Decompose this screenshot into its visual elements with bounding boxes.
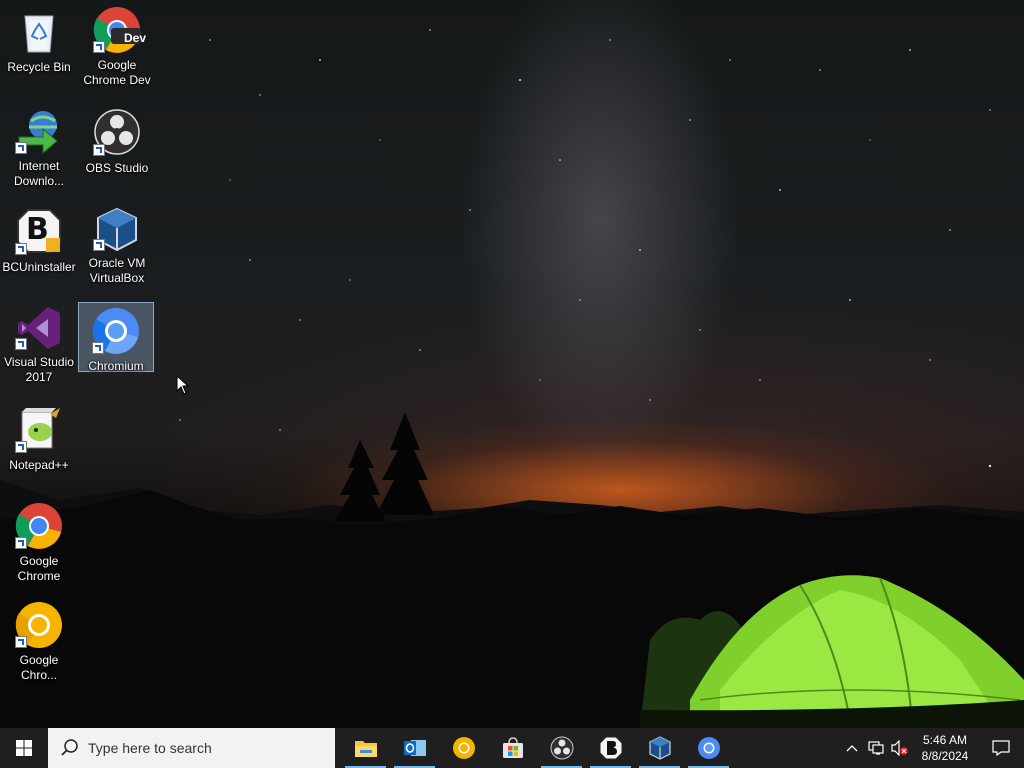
taskbar-app-obs-studio[interactable]: [537, 728, 586, 768]
clock-time: 5:46 AM: [922, 733, 968, 747]
desktop-icon-label: BCUninstaller: [2, 260, 76, 274]
visual-studio-icon: [14, 305, 64, 351]
start-button[interactable]: [0, 728, 48, 768]
action-center-button[interactable]: [978, 728, 1024, 768]
shortcut-arrow-icon: [15, 243, 27, 255]
chevron-up-icon: [846, 745, 858, 752]
desktop-icon-label: Google Chrome Dev: [83, 58, 151, 87]
notepad-plus-plus-icon: [14, 404, 64, 454]
obs-studio-icon: [550, 736, 573, 760]
recycle-bin-icon: [14, 6, 64, 56]
taskbar-app-chrome-canary[interactable]: [439, 728, 488, 768]
taskbar-app-chromium[interactable]: [684, 728, 733, 768]
desktop-icon-google-chrome-dev[interactable]: Dev Google Chrome Dev: [79, 2, 155, 87]
chromium-icon: [697, 737, 720, 759]
desktop-icon-obs-studio[interactable]: OBS Studio: [79, 103, 155, 185]
desktop-icon-notepad-plus-plus[interactable]: Notepad++: [1, 400, 77, 482]
desktop-icon-label: Visual Studio 2017: [4, 355, 74, 384]
desktop-icon-label: Internet Downlo...: [13, 159, 65, 188]
virtualbox-icon: [648, 736, 671, 760]
shortcut-arrow-icon: [15, 142, 27, 154]
mouse-cursor-icon: [176, 375, 190, 395]
taskbar-app-outlook[interactable]: [390, 728, 439, 768]
chrome-canary-icon: [452, 737, 475, 759]
desktop-icon-internet-download-manager[interactable]: Internet Downlo...: [1, 103, 77, 188]
system-tray: 5:46 AM 8/8/2024: [840, 728, 1024, 768]
taskbar-app-file-explorer[interactable]: [341, 728, 390, 768]
bcu-letter: B: [26, 212, 49, 247]
volume-muted-icon: [891, 740, 908, 756]
desktop-icon-label: OBS Studio: [85, 161, 149, 175]
file-explorer-icon: [354, 741, 377, 757]
chrome-icon: [14, 502, 64, 550]
windows-logo-icon: [16, 740, 32, 756]
search-icon: [61, 739, 78, 756]
taskbar-search-box[interactable]: Type here to search: [48, 728, 335, 768]
desktop-icon-chromium[interactable]: Chromium: [78, 302, 154, 373]
desktop-icon-label: Google Chrome: [17, 554, 61, 583]
desktop-icon-recycle-bin[interactable]: Recycle Bin: [1, 2, 77, 84]
shortcut-arrow-icon: [15, 636, 27, 648]
desktop-icon-google-chrome-canary[interactable]: Google Chro...: [1, 597, 77, 682]
taskbar-app-microsoft-store[interactable]: [488, 728, 537, 768]
search-placeholder: Type here to search: [88, 740, 212, 756]
obs-studio-icon: [92, 107, 142, 157]
shortcut-arrow-icon: [15, 441, 27, 453]
taskbar-app-virtualbox[interactable]: [635, 728, 684, 768]
taskbar: Type here to search 5:46 AM 8/8/2024: [0, 728, 1024, 768]
internet-download-manager-icon: [14, 107, 64, 155]
clock-date: 8/8/2024: [921, 749, 969, 763]
notification-icon: [992, 740, 1010, 756]
shortcut-arrow-icon: [15, 338, 27, 350]
shortcut-arrow-icon: [15, 537, 27, 549]
desktop-icon-label: Notepad++: [9, 458, 69, 472]
desktop-icon-bcuninstaller[interactable]: B BCUninstaller: [1, 202, 77, 284]
pine-trees: [334, 412, 434, 522]
chrome-dev-icon: Dev: [92, 6, 146, 54]
microsoft-store-icon: [502, 737, 523, 758]
show-hidden-icons-button[interactable]: [840, 728, 864, 768]
virtualbox-icon: [92, 206, 142, 252]
bcuninstaller-icon: B: [14, 206, 64, 256]
desktop-wallpaper[interactable]: Recycle Bin Dev Google Chrome Dev Intern…: [0, 0, 1024, 728]
taskbar-clock[interactable]: 5:46 AM 8/8/2024: [912, 728, 978, 768]
volume-button[interactable]: [888, 728, 912, 768]
network-button[interactable]: [864, 728, 888, 768]
desktop-icon-visual-studio-2017[interactable]: Visual Studio 2017: [1, 301, 77, 384]
desktop-icon-label: Recycle Bin: [7, 60, 71, 74]
shortcut-arrow-icon: [93, 239, 105, 251]
shortcut-arrow-icon: [93, 41, 105, 53]
desktop-icon-label: Google Chro...: [19, 653, 59, 682]
desktop-icon-oracle-vm-virtualbox[interactable]: Oracle VM VirtualBox: [79, 202, 155, 285]
desktop-icon-label: Chromium: [88, 359, 144, 373]
network-icon: [868, 741, 884, 755]
taskbar-app-bcuninstaller[interactable]: [586, 728, 635, 768]
chromium-icon: [91, 307, 141, 355]
shortcut-arrow-icon: [92, 342, 104, 354]
chrome-canary-icon: [14, 601, 64, 649]
desktop-icon-label: Oracle VM VirtualBox: [88, 256, 146, 285]
bcuninstaller-icon: [599, 736, 622, 760]
shortcut-arrow-icon: [93, 144, 105, 156]
dev-badge: Dev: [123, 31, 146, 45]
desktop-icon-google-chrome[interactable]: Google Chrome: [1, 498, 77, 583]
outlook-icon: [403, 740, 426, 756]
